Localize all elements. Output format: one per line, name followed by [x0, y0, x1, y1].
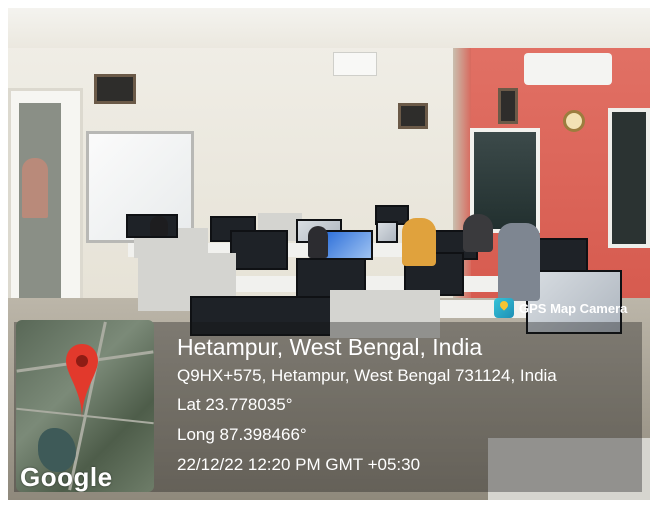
- map-pin-icon: [66, 344, 98, 418]
- gps-map-camera-label: GPS Map Camera: [519, 300, 628, 316]
- person: [402, 218, 436, 266]
- monitor: [376, 221, 398, 243]
- person: [463, 214, 493, 252]
- wall-clock: [563, 110, 585, 132]
- portrait-frame: [94, 74, 136, 104]
- datetime: 22/12/22 12:20 PM GMT +05:30: [177, 455, 421, 474]
- map-thumbnail: Google: [16, 320, 154, 492]
- person: [150, 216, 168, 236]
- address: Q9HX+575, Hetampur, West Bengal 731124, …: [177, 366, 557, 385]
- portrait-frame: [498, 88, 518, 124]
- person: [308, 226, 328, 258]
- monitor: [538, 238, 588, 274]
- gps-map-camera-icon: [494, 298, 514, 318]
- person: [498, 223, 540, 301]
- google-logo: Google: [20, 462, 113, 492]
- monitor: [323, 230, 373, 260]
- monitor: [230, 230, 288, 270]
- longitude: Long 87.398466°: [177, 425, 307, 444]
- person: [22, 158, 48, 218]
- ceiling: [8, 8, 650, 48]
- gps-map-camera-badge: GPS Map Camera: [494, 296, 627, 320]
- projector: [333, 52, 377, 76]
- place-name: Hetampur, West Bengal, India: [177, 334, 483, 360]
- window: [608, 108, 650, 248]
- portrait-frame: [398, 103, 428, 129]
- air-conditioner: [524, 53, 612, 85]
- latitude: Lat 23.778035°: [177, 395, 293, 414]
